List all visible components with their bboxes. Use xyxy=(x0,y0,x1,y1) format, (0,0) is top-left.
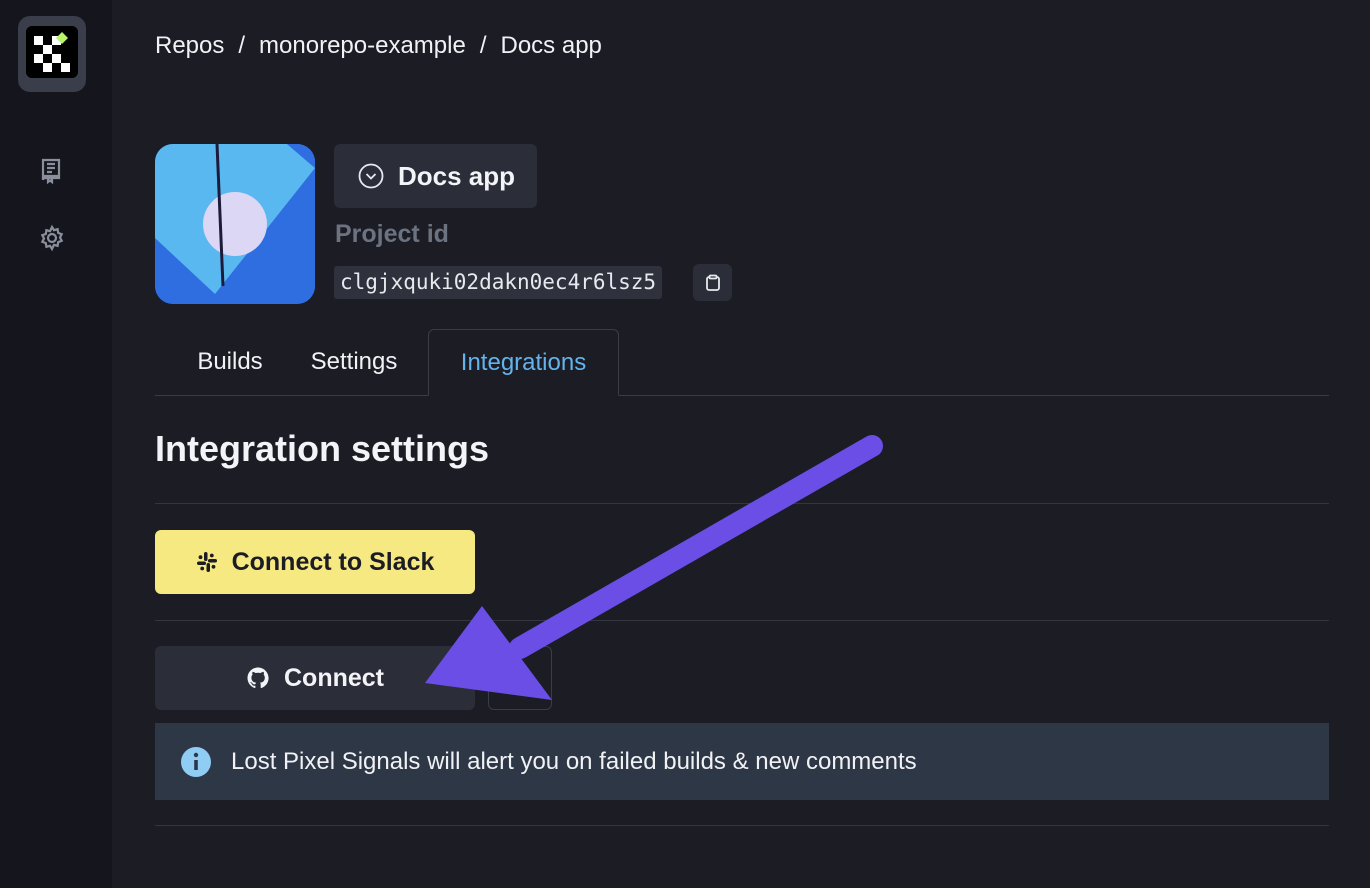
connect-slack-button[interactable]: Connect to Slack xyxy=(155,530,475,594)
project-id-label: Project id xyxy=(335,220,449,248)
divider xyxy=(155,620,1329,621)
slack-icon xyxy=(196,552,217,572)
project-selector-label: Docs app xyxy=(398,160,516,191)
signals-info-alert: Lost Pixel Signals will alert you on fai… xyxy=(155,723,1329,800)
project-selector-button[interactable]: Docs app xyxy=(334,144,537,208)
gear-icon[interactable] xyxy=(38,224,66,252)
lost-pixel-logo-icon[interactable] xyxy=(18,16,86,92)
alert-text: Lost Pixel Signals will alert you on fai… xyxy=(231,747,917,775)
breadcrumb-project[interactable]: Docs app xyxy=(501,32,602,59)
breadcrumb-repos[interactable]: Repos xyxy=(155,32,224,59)
tab-integrations[interactable]: Integrations xyxy=(428,329,619,396)
chevron-down-icon xyxy=(358,163,384,189)
section-title: Integration settings xyxy=(155,428,490,469)
copy-button[interactable] xyxy=(693,264,732,301)
breadcrumb-separator: / xyxy=(238,32,246,59)
connect-github-button[interactable]: Connect xyxy=(155,646,475,710)
copy-icon xyxy=(705,274,720,291)
divider xyxy=(155,825,1329,826)
project-tabs: Builds Settings Integrations xyxy=(155,329,1329,396)
connect-github-label: Connect xyxy=(284,663,384,692)
info-button[interactable] xyxy=(488,646,552,710)
project-avatar xyxy=(155,144,315,304)
tab-settings[interactable]: Settings xyxy=(306,329,402,395)
repo-book-icon[interactable] xyxy=(38,156,66,185)
divider xyxy=(155,503,1329,504)
sidebar xyxy=(0,0,112,888)
github-icon xyxy=(247,667,269,689)
project-id-value: clgjxquki02dakn0ec4r6lsz5 xyxy=(334,266,663,299)
info-icon xyxy=(181,746,211,777)
main-content: Repos / monorepo-example / Docs app Docs app… xyxy=(155,0,1329,888)
breadcrumb-repo[interactable]: monorepo-example xyxy=(259,32,466,59)
breadcrumb-separator: / xyxy=(479,32,487,59)
breadcrumb: Repos / monorepo-example / Docs app xyxy=(155,32,602,60)
tab-builds[interactable]: Builds xyxy=(182,329,278,395)
connect-slack-label: Connect to Slack xyxy=(231,547,435,576)
info-icon xyxy=(508,666,532,690)
